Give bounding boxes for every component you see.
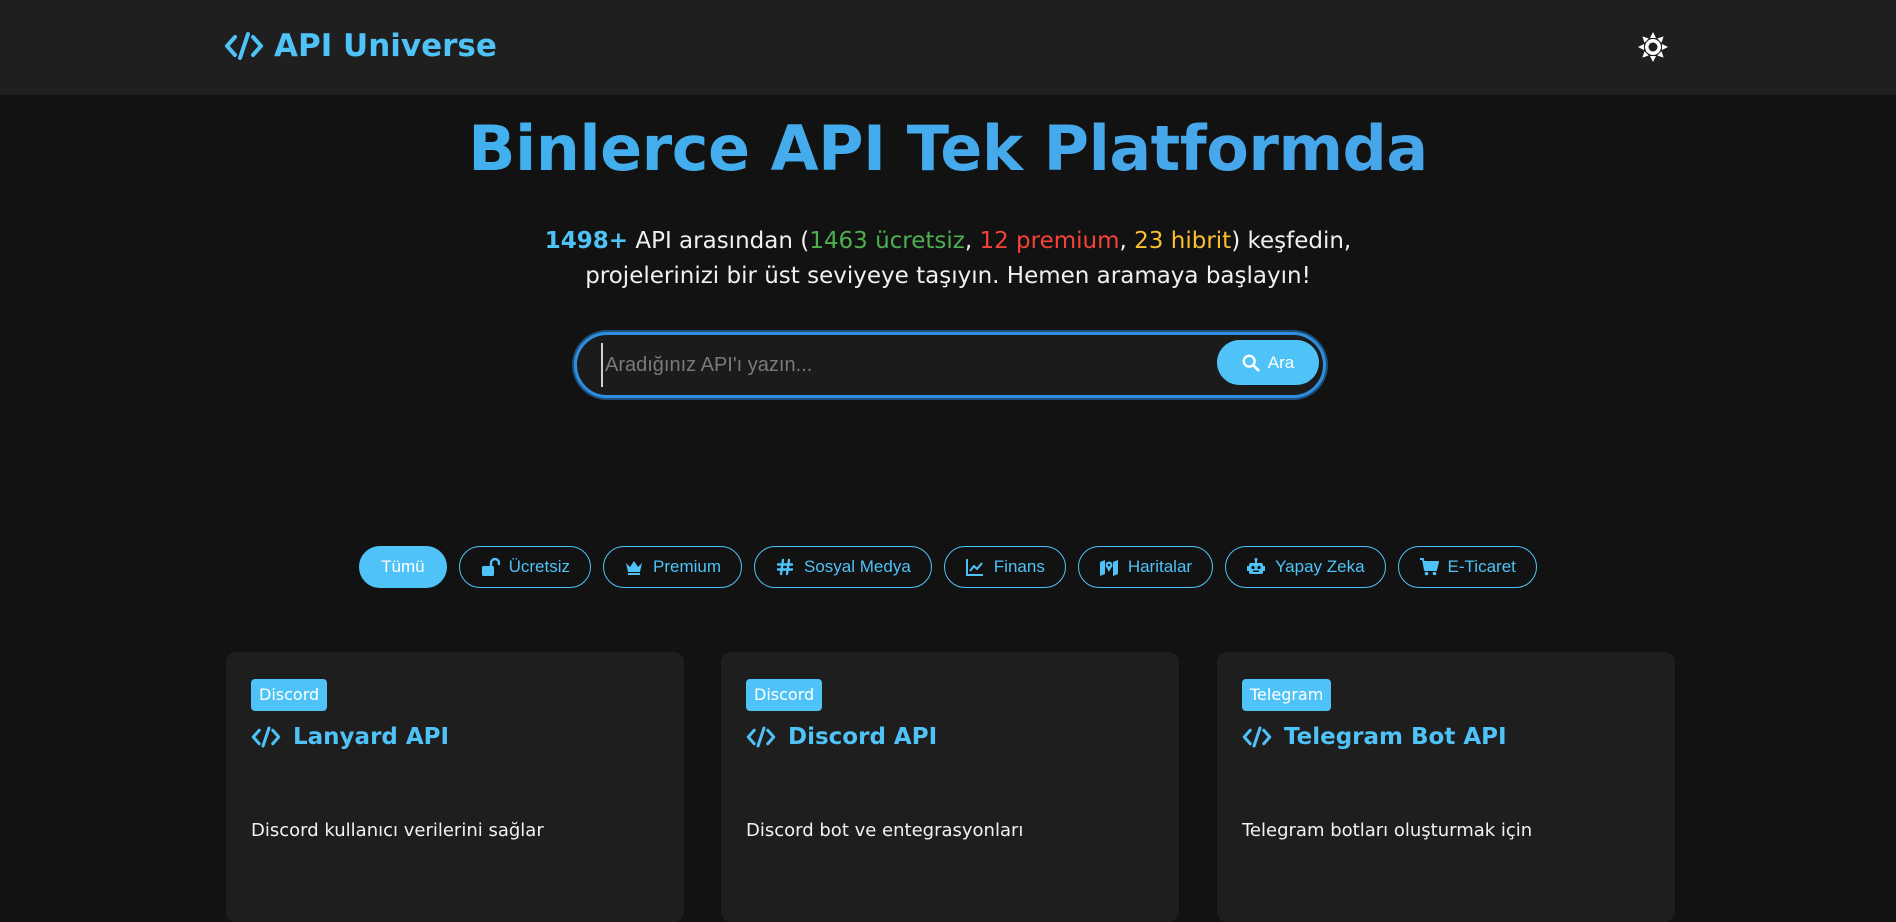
api-total-count: 1498+ bbox=[544, 228, 629, 254]
search-bar: Ara bbox=[574, 332, 1326, 398]
filter-free[interactable]: Ücretsiz bbox=[458, 546, 591, 588]
api-card-description: Discord kullanıcı verilerini sağlar bbox=[251, 820, 544, 841]
hero-text-1: API arasından ( bbox=[628, 228, 810, 254]
code-icon bbox=[225, 32, 263, 60]
sun-icon bbox=[1638, 32, 1668, 62]
hero-sep-1: , bbox=[964, 228, 980, 254]
filter-maps[interactable]: Haritalar bbox=[1077, 546, 1214, 588]
category-badge: Telegram bbox=[1242, 679, 1332, 711]
filter-label: E-Ticaret bbox=[1447, 557, 1516, 576]
api-card-title[interactable]: Telegram Bot API bbox=[1242, 724, 1507, 750]
hero-title: Binlerce API Tek Platformda bbox=[0, 112, 1896, 185]
robot-icon bbox=[1247, 558, 1266, 574]
hero-sep-2: , bbox=[1119, 228, 1135, 254]
hero-line-2: projelerinizi bir üst seviyeye taşıyın. … bbox=[585, 263, 1311, 289]
filter-premium[interactable]: Premium bbox=[603, 546, 743, 588]
api-card-title-text: Lanyard API bbox=[293, 724, 450, 750]
code-icon bbox=[251, 726, 281, 748]
search-button[interactable]: Ara bbox=[1217, 340, 1319, 385]
free-count: 1463 ücretsiz bbox=[809, 228, 965, 254]
category-filters: Tümü Ücretsiz Premium Sosyal Medya Finan… bbox=[0, 546, 1896, 588]
filter-ecommerce[interactable]: E-Ticaret bbox=[1397, 546, 1537, 588]
api-card[interactable]: Discord Lanyard API Discord kullanıcı ve… bbox=[226, 652, 684, 922]
filter-label: Tümü bbox=[381, 557, 425, 576]
api-card-title-text: Telegram Bot API bbox=[1284, 724, 1507, 750]
cart-icon bbox=[1419, 558, 1439, 576]
api-card-title[interactable]: Discord API bbox=[746, 724, 937, 750]
filter-finance[interactable]: Finans bbox=[943, 546, 1066, 588]
api-card-description: Telegram botları oluşturmak için bbox=[1242, 820, 1533, 841]
api-card[interactable]: Telegram Telegram Bot API Telegram botla… bbox=[1217, 652, 1675, 922]
filter-all[interactable]: Tümü bbox=[359, 546, 447, 588]
api-card[interactable]: Discord Discord API Discord bot ve enteg… bbox=[721, 652, 1179, 922]
search-icon bbox=[1242, 354, 1260, 372]
hero-subtitle: 1498+ API arasından (1463 ücretsiz, 12 p… bbox=[448, 224, 1448, 294]
map-icon bbox=[1099, 560, 1118, 576]
api-card-description: Discord bot ve entegrasyonları bbox=[746, 820, 1024, 841]
search-button-label: Ara bbox=[1267, 352, 1295, 372]
hero-text-2: ) keşfedin, bbox=[1231, 228, 1352, 254]
filter-label: Finans bbox=[993, 557, 1045, 576]
code-icon bbox=[1242, 726, 1272, 748]
api-card-title-text: Discord API bbox=[788, 724, 938, 750]
filter-label: Yapay Zeka bbox=[1275, 557, 1365, 576]
category-badge: Discord bbox=[251, 679, 328, 711]
logo[interactable]: API Universe bbox=[224, 24, 497, 68]
code-icon bbox=[746, 726, 776, 748]
filter-label: Premium bbox=[653, 557, 722, 576]
category-badge: Discord bbox=[746, 679, 823, 711]
chart-line-icon bbox=[965, 559, 983, 576]
filter-ai[interactable]: Yapay Zeka bbox=[1225, 546, 1386, 588]
crown-icon bbox=[626, 561, 642, 575]
filter-label: Haritalar bbox=[1127, 557, 1193, 576]
top-header: API Universe bbox=[0, 0, 1896, 95]
filter-social-media[interactable]: Sosyal Medya bbox=[754, 546, 932, 588]
filter-label: Ücretsiz bbox=[508, 557, 570, 576]
filter-label: Sosyal Medya bbox=[804, 557, 911, 576]
unlock-icon bbox=[481, 557, 500, 576]
premium-count: 12 premium bbox=[979, 228, 1120, 254]
hashtag-icon bbox=[776, 558, 794, 576]
theme-toggle-button[interactable] bbox=[1636, 30, 1670, 64]
search-input[interactable] bbox=[601, 343, 1181, 387]
logo-text: API Universe bbox=[274, 28, 497, 64]
api-card-title[interactable]: Lanyard API bbox=[251, 724, 449, 750]
hybrid-count: 23 hibrit bbox=[1134, 228, 1232, 254]
